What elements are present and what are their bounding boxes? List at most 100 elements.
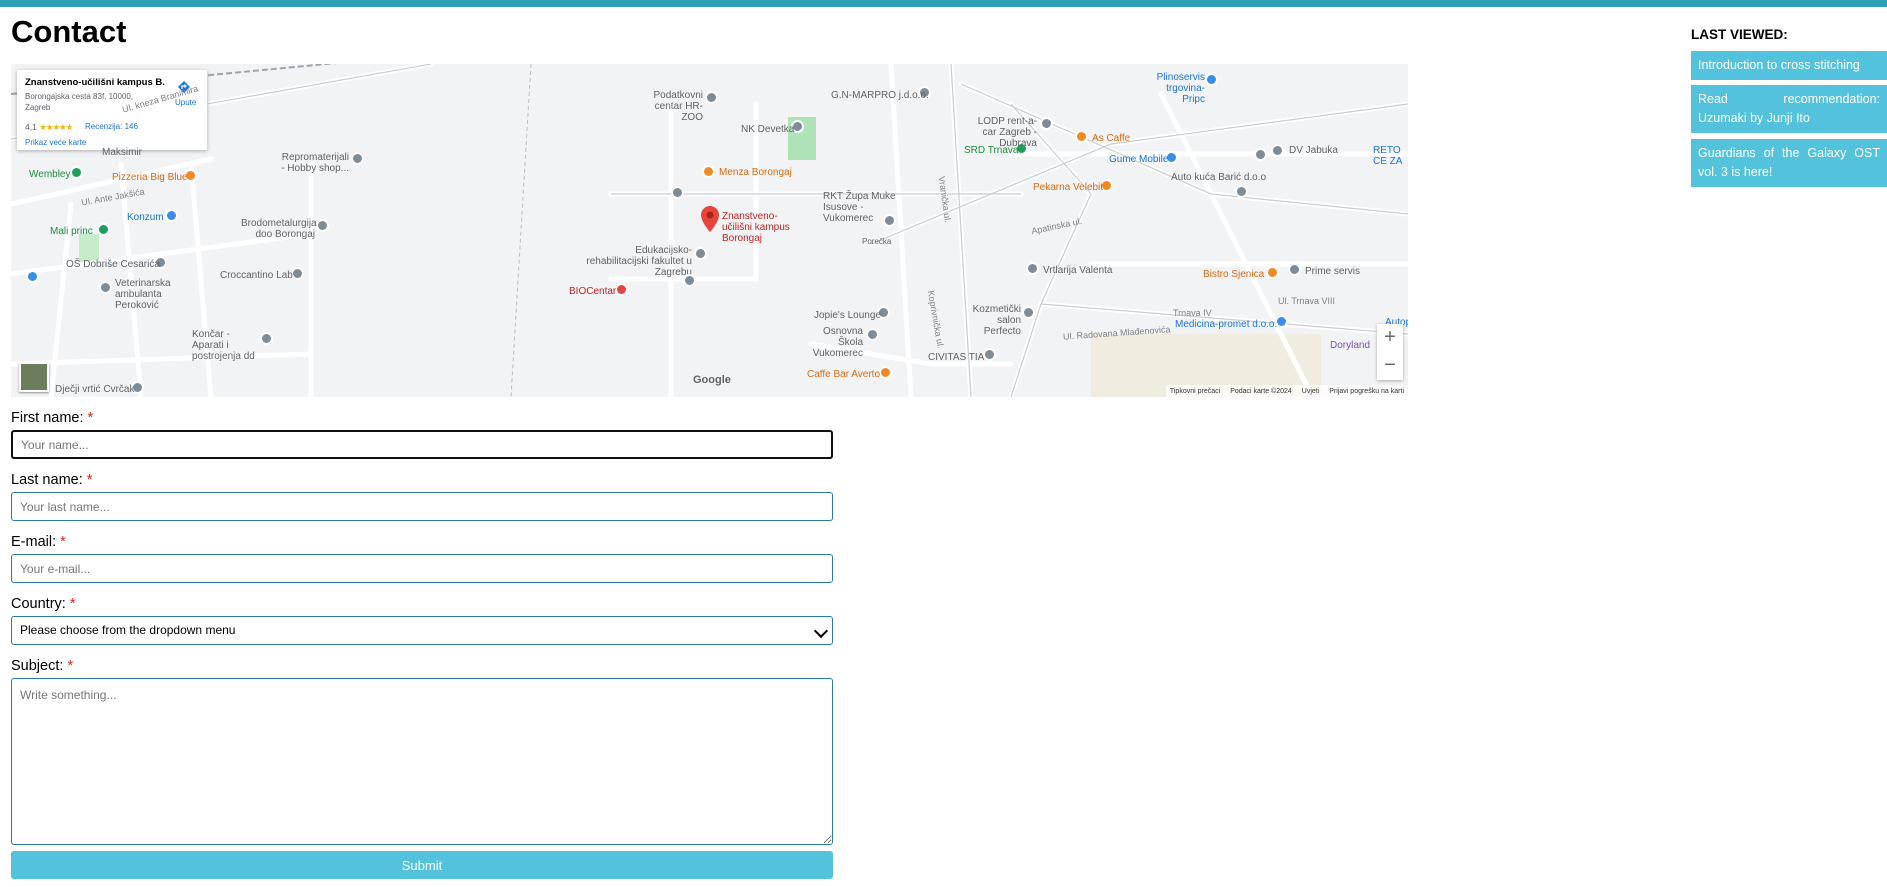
place-card-reviews-link[interactable]: Recenzija: 146 — [85, 122, 138, 131]
subject-textarea[interactable] — [11, 678, 833, 845]
poi-label: Prime servis — [1305, 266, 1361, 277]
poi-label: Vrtlarija Valenta — [1043, 265, 1113, 276]
poi-pin-icon[interactable] — [1026, 262, 1039, 275]
poi-label: Konzum — [127, 212, 164, 223]
email-label: E-mail: * — [11, 534, 66, 550]
poi-label: Caffe Bar Averto — [807, 369, 881, 380]
main-marker-label: Znanstveno-učilišni kampus Borongaj — [722, 211, 790, 244]
zoom-control: + − — [1377, 324, 1403, 380]
poi-label: Bistro Sjenica — [1203, 269, 1265, 280]
report-error-link[interactable]: Prijavi pogrešku na karti — [1329, 388, 1404, 395]
poi-label: G.N-MARPRO j.d.o.o. — [831, 90, 929, 101]
place-card-rating: 4,1 ★★★★★ — [25, 122, 73, 133]
shop-pin-icon[interactable] — [351, 152, 364, 165]
email-input[interactable] — [11, 554, 833, 583]
terms-link[interactable]: Uvjeti — [1302, 388, 1320, 395]
first-name-label: First name: * — [11, 410, 94, 426]
poi-label: RETO CE ZA — [1373, 145, 1403, 167]
rating-stars: ★★★★★ — [39, 122, 73, 132]
poi-label: Medicina-promet d.o.o. — [1175, 319, 1278, 330]
poi-pin-icon[interactable] — [1271, 144, 1284, 157]
poi-label: Plinoservis trgovina-Pripc — [1156, 72, 1205, 105]
poi-pin-icon[interactable] — [683, 274, 696, 287]
poi-pin-icon[interactable] — [1288, 263, 1301, 276]
poi-label: RKT Župa Muke Isusove - Vukomerec — [823, 191, 896, 224]
restaurant-pin-icon[interactable] — [1266, 266, 1279, 279]
park-pin-icon[interactable] — [70, 166, 83, 179]
required-marker: * — [69, 596, 76, 612]
keyboard-shortcuts-link[interactable]: Tipkovni prečaci — [1170, 388, 1220, 395]
poi-pin-icon[interactable] — [705, 91, 718, 104]
last-viewed-item[interactable]: Guardians of the Galaxy OST vol. 3 is he… — [1691, 139, 1887, 187]
poi-label: Veterinarska ambulanta Peroković — [115, 278, 171, 311]
poi-label: NK Devetka — [741, 124, 795, 135]
poi-pin-icon[interactable] — [1235, 185, 1248, 198]
last-name-input[interactable] — [11, 492, 833, 521]
poi-label: Končar - Aparati i postrojenja dd — [192, 329, 255, 362]
required-marker: * — [87, 410, 94, 426]
country-select[interactable]: Please choose from the dropdown menu — [11, 616, 833, 645]
poi-label: Brodometalurgija doo Borongaj — [241, 218, 317, 240]
required-marker: * — [60, 534, 66, 550]
poi-label: Porečka — [862, 237, 892, 246]
country-label: Country: * — [11, 596, 76, 612]
location-marker-icon[interactable] — [701, 206, 719, 232]
poi-label: As Caffe — [1092, 133, 1131, 144]
last-name-label: Last name: * — [11, 472, 93, 488]
poi-pin-icon[interactable] — [1022, 306, 1035, 319]
submit-button[interactable]: Submit — [11, 851, 833, 879]
poi-label: BIOCentar — [569, 286, 617, 297]
poi-label: LODP rent-a-car Zagreb - Dubrava — [977, 116, 1037, 149]
restaurant-pin-icon[interactable] — [702, 165, 715, 178]
biocentar-pin-icon[interactable] — [615, 283, 628, 296]
poi-pin-icon[interactable] — [1040, 117, 1053, 130]
embedded-map[interactable]: Znanstveno-učilišni kampus B... Borongaj… — [11, 64, 1408, 397]
chevron-down-icon — [813, 623, 829, 639]
school-pin-icon[interactable] — [694, 247, 707, 260]
poi-pin-icon[interactable] — [983, 348, 996, 361]
satellite-toggle[interactable] — [19, 362, 49, 392]
poi-label: OŠ Dobriše Cesarića — [66, 259, 160, 270]
required-marker: * — [86, 472, 93, 488]
poi-label: Edukacijsko-rehabilitacijski fakultet u … — [586, 245, 692, 278]
poi-pin-icon[interactable] — [316, 219, 329, 232]
shop-pin-icon[interactable] — [1205, 73, 1218, 86]
subject-label: Subject: * — [11, 658, 74, 674]
poi-pin-icon[interactable] — [1254, 148, 1267, 161]
poi-label: Osnovna Škola Vukomerec — [812, 326, 863, 359]
page-title: Contact — [11, 14, 127, 49]
vet-pin-icon[interactable] — [99, 281, 112, 294]
poi-label: Maksimir — [102, 147, 142, 158]
poi-label: Croccantino Lab — [220, 270, 293, 281]
cafe-pin-icon[interactable] — [879, 366, 892, 379]
last-viewed-item[interactable]: Introduction to cross stitching — [1691, 51, 1887, 80]
sidebar-title: LAST VIEWED: — [1691, 27, 1788, 42]
poi-label: DV Jabuka — [1289, 145, 1338, 156]
first-name-input[interactable] — [11, 430, 833, 459]
poi-label: Jopie's Lounge — [814, 310, 881, 321]
cafe-pin-icon[interactable] — [1075, 130, 1088, 143]
larger-map-link[interactable]: Prikaz veće karte — [25, 138, 86, 147]
zoom-out-button[interactable]: − — [1377, 352, 1403, 380]
poi-label: CIVITAS TIA — [928, 352, 985, 363]
shop-pin-icon[interactable] — [165, 209, 178, 222]
school-pin-icon[interactable] — [866, 328, 879, 341]
map-place-card: Znanstveno-učilišni kampus B... Borongaj… — [17, 70, 207, 150]
poi-label: Pekarna Velebit — [1033, 182, 1104, 193]
country-selected-value: Please choose from the dropdown menu — [20, 623, 236, 637]
poi-label: Mali princ — [50, 226, 93, 237]
zoom-in-button[interactable]: + — [1377, 324, 1403, 352]
poi-label: Podatkovni centar HR-ZOO — [653, 90, 703, 123]
poi-label: Kozmetički salon Perfecto — [972, 304, 1021, 337]
poi-pin-icon[interactable] — [671, 186, 684, 199]
street-label: Ul. Trnava VIII — [1278, 296, 1336, 306]
map-footer: Tipkovni prečaci Podaci karte ©2024 Uvje… — [1165, 385, 1408, 397]
place-card-title: Znanstveno-učilišni kampus B... — [25, 77, 165, 88]
last-viewed-item[interactable]: Read recommendation: Uzumaki by Junji It… — [1691, 85, 1887, 133]
required-marker: * — [67, 658, 74, 674]
shop-pin-icon[interactable] — [26, 270, 39, 283]
park-pin-icon[interactable] — [97, 223, 110, 236]
poi-label: Wembley — [29, 169, 71, 180]
poi-pin-icon[interactable] — [260, 332, 273, 345]
poi-label: Menza Borongaj — [719, 167, 792, 178]
